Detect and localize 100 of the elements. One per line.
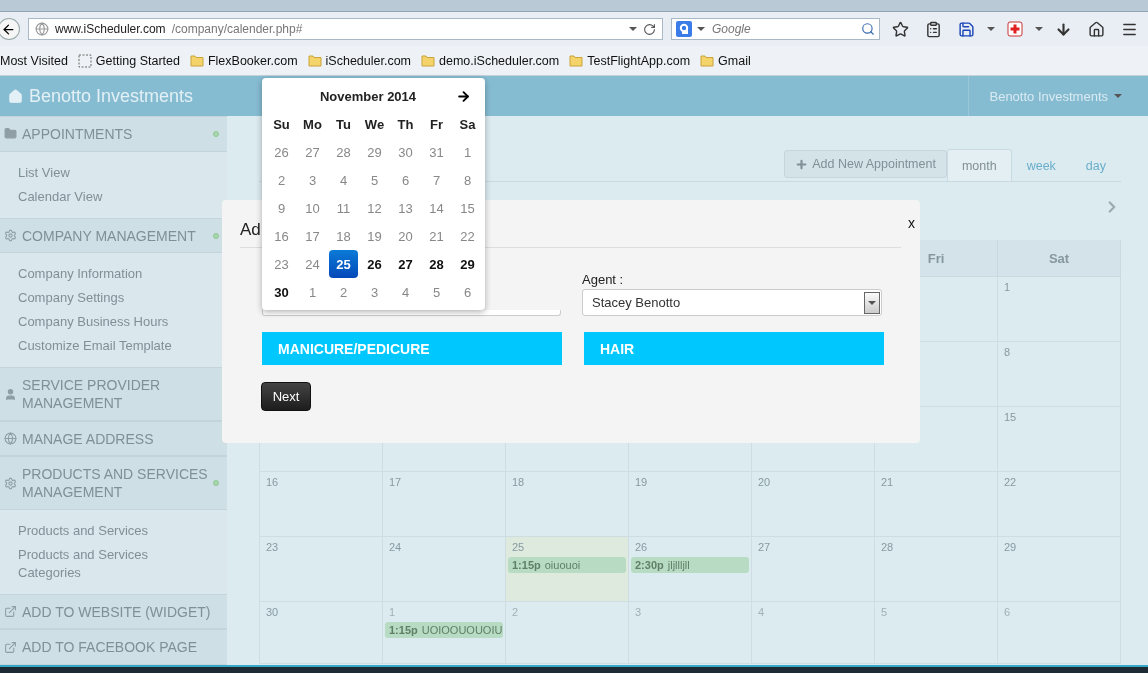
category-button[interactable]: MANICURE/PEDICURE bbox=[262, 332, 562, 365]
day-cell[interactable]: 28 bbox=[875, 537, 998, 602]
sidebar-section[interactable]: ADD TO FACEBOOK PAGE bbox=[0, 629, 227, 665]
sidebar-item[interactable]: List View bbox=[18, 163, 178, 182]
view-tab[interactable]: day bbox=[1070, 149, 1121, 181]
category-button[interactable]: HAIR bbox=[584, 332, 884, 365]
address-bar[interactable]: www.iScheduler.com /company/calender.php# bbox=[27, 18, 663, 40]
calendar-event[interactable]: 1:15p UOIOOUOUOIU bbox=[385, 622, 503, 638]
picker-day[interactable]: 2 bbox=[329, 278, 358, 306]
day-cell[interactable]: 19 bbox=[629, 472, 752, 537]
picker-day[interactable]: 29 bbox=[360, 138, 389, 166]
day-cell[interactable]: 18 bbox=[506, 472, 629, 537]
day-cell[interactable]: 15 bbox=[998, 407, 1121, 472]
picker-day[interactable]: 30 bbox=[391, 138, 420, 166]
picker-day[interactable]: 9 bbox=[267, 194, 296, 222]
picker-day[interactable]: 26 bbox=[267, 138, 296, 166]
bookmark-link[interactable]: FlexBooker.com bbox=[207, 53, 298, 68]
day-cell[interactable]: 20 bbox=[752, 472, 875, 537]
day-cell[interactable]: 26 2:30p jljllljll bbox=[629, 537, 752, 602]
picker-day[interactable]: 10 bbox=[298, 194, 327, 222]
picker-day[interactable]: 17 bbox=[298, 222, 327, 250]
bookmark-link[interactable]: Getting Started bbox=[95, 53, 180, 68]
picker-day[interactable]: 5 bbox=[422, 278, 451, 306]
day-cell[interactable]: 4 bbox=[752, 602, 875, 664]
picker-day[interactable]: 3 bbox=[298, 166, 327, 194]
picker-day[interactable]: 20 bbox=[391, 222, 420, 250]
day-cell[interactable]: 30 bbox=[260, 602, 383, 664]
agent-select[interactable]: Stacey Benotto bbox=[582, 289, 882, 316]
picker-day[interactable]: 29 bbox=[453, 250, 482, 278]
picker-day[interactable]: 3 bbox=[360, 278, 389, 306]
sidebar-section[interactable]: PRODUCTS AND SERVICES MANAGEMENT bbox=[0, 456, 227, 510]
picker-day[interactable]: 2 bbox=[267, 166, 296, 194]
day-cell[interactable]: 24 bbox=[383, 537, 506, 602]
picker-day[interactable]: 8 bbox=[453, 166, 482, 194]
day-cell[interactable]: 21 bbox=[875, 472, 998, 537]
day-cell[interactable]: 25 1:15p oiuouoi bbox=[506, 537, 629, 602]
sidebar-section[interactable]: APPOINTMENTS bbox=[0, 116, 227, 152]
search-bar[interactable]: Google bbox=[671, 18, 880, 40]
picker-day[interactable]: 22 bbox=[453, 222, 482, 250]
day-cell[interactable]: 8 bbox=[998, 342, 1121, 407]
picker-day[interactable]: 30 bbox=[267, 278, 296, 306]
sidebar-item[interactable]: Company Settings bbox=[18, 289, 178, 308]
day-cell[interactable]: 27 bbox=[752, 537, 875, 602]
picker-day[interactable]: 31 bbox=[422, 138, 451, 166]
search-input[interactable]: Google bbox=[710, 21, 856, 37]
day-cell[interactable]: 3 bbox=[629, 602, 752, 664]
sidebar-section[interactable]: ADD TO WEBSITE (WIDGET) bbox=[0, 593, 227, 630]
close-button[interactable]: x bbox=[908, 214, 915, 232]
calendar-event[interactable]: 1:15p oiuouoi bbox=[508, 557, 626, 573]
next-button[interactable]: Next bbox=[261, 382, 311, 411]
picker-day[interactable]: 26 bbox=[360, 250, 389, 278]
sidebar-item[interactable]: Calendar View bbox=[18, 187, 178, 206]
sidebar-item[interactable]: Products and Services Categories bbox=[18, 545, 178, 582]
sidebar-item[interactable]: Customize Email Template bbox=[18, 337, 178, 356]
view-tab[interactable]: week bbox=[1011, 149, 1071, 181]
day-cell[interactable]: 16 bbox=[260, 472, 383, 537]
day-cell[interactable]: 6 bbox=[998, 602, 1121, 664]
picker-day[interactable]: 4 bbox=[391, 278, 420, 306]
view-tab[interactable]: month bbox=[946, 149, 1012, 181]
picker-day[interactable]: 18 bbox=[329, 222, 358, 250]
add-appointment-button[interactable]: Add New Appointment bbox=[784, 150, 947, 178]
bookmark-link[interactable]: Most Visited bbox=[0, 53, 68, 68]
picker-day[interactable]: 12 bbox=[360, 194, 389, 222]
sidebar-section[interactable]: MANAGE ADDRESS bbox=[0, 420, 227, 457]
picker-day[interactable]: 28 bbox=[422, 250, 451, 278]
picker-day[interactable]: 5 bbox=[360, 166, 389, 194]
day-cell[interactable]: 22 bbox=[998, 472, 1121, 537]
picker-day[interactable]: 1 bbox=[453, 138, 482, 166]
day-cell[interactable]: 1 1:15p UOIOOUOUOIU bbox=[383, 602, 506, 664]
picker-day[interactable]: 27 bbox=[391, 250, 420, 278]
brand-link[interactable]: Benotto Investments bbox=[29, 85, 194, 107]
day-cell[interactable]: 17 bbox=[383, 472, 506, 537]
picker-day[interactable]: 6 bbox=[453, 278, 482, 306]
bookmark-link[interactable]: iScheduler.com bbox=[325, 53, 412, 68]
picker-day[interactable]: 19 bbox=[360, 222, 389, 250]
day-cell[interactable]: 29 bbox=[998, 537, 1121, 602]
picker-day[interactable]: 15 bbox=[453, 194, 482, 222]
picker-day[interactable]: 11 bbox=[329, 194, 358, 222]
picker-day[interactable]: 7 bbox=[422, 166, 451, 194]
picker-day[interactable]: 16 bbox=[267, 222, 296, 250]
day-cell[interactable]: 1 bbox=[998, 277, 1121, 342]
picker-day[interactable]: 27 bbox=[298, 138, 327, 166]
day-cell[interactable]: 5 bbox=[875, 602, 998, 664]
bookmark-link[interactable]: demo.iScheduler.com bbox=[439, 53, 560, 68]
picker-day[interactable]: 21 bbox=[422, 222, 451, 250]
day-cell[interactable]: 23 bbox=[260, 537, 383, 602]
picker-day[interactable]: 4 bbox=[329, 166, 358, 194]
picker-day[interactable]: 14 bbox=[422, 194, 451, 222]
bookmark-link[interactable]: TestFlightApp.com bbox=[587, 53, 691, 68]
sidebar-item[interactable]: Products and Services bbox=[18, 521, 178, 540]
calendar-event[interactable]: 2:30p jljllljll bbox=[631, 557, 749, 573]
picker-day[interactable]: 1 bbox=[298, 278, 327, 306]
picker-day[interactable]: 23 bbox=[267, 250, 296, 278]
sidebar-item[interactable]: Company Business Hours bbox=[18, 313, 178, 332]
picker-day[interactable]: 25 bbox=[329, 250, 358, 278]
picker-day[interactable]: 6 bbox=[391, 166, 420, 194]
picker-day[interactable]: 13 bbox=[391, 194, 420, 222]
sidebar-item[interactable]: Company Information bbox=[18, 265, 178, 284]
picker-day[interactable]: 24 bbox=[298, 250, 327, 278]
picker-day[interactable]: 28 bbox=[329, 138, 358, 166]
